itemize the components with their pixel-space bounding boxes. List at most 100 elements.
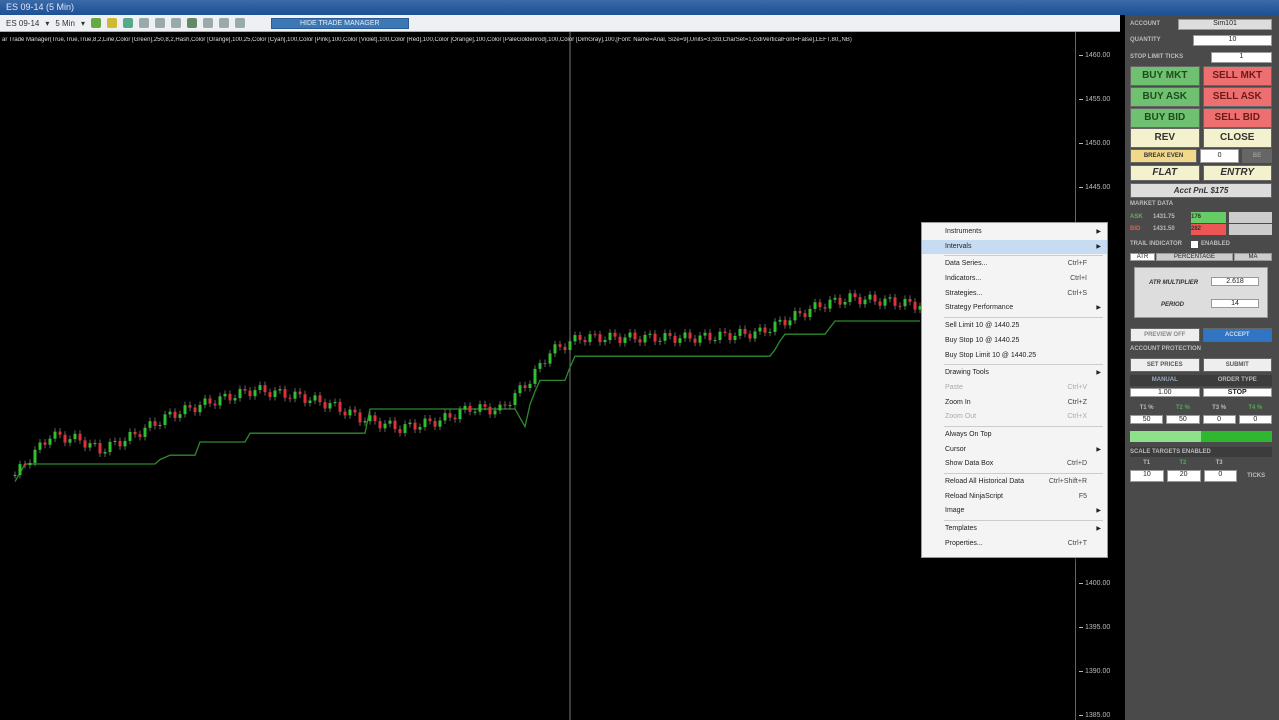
- menu-separator: [944, 364, 1103, 366]
- sell-bid-button[interactable]: SELL BID: [1202, 108, 1272, 128]
- enabled-checkbox[interactable]: [1191, 241, 1198, 248]
- candle-body: [903, 298, 907, 307]
- sell-ask-button[interactable]: SELL ASK: [1202, 87, 1272, 107]
- chevron-down-icon[interactable]: ▾: [81, 19, 85, 28]
- quantity-stepper[interactable]: 10: [1193, 35, 1272, 46]
- set-prices-button[interactable]: SET PRICES: [1130, 358, 1200, 372]
- candle-body: [198, 404, 202, 413]
- s1-ticks-stepper[interactable]: 10: [1130, 470, 1164, 482]
- break-even-button[interactable]: BREAK EVEN: [1130, 149, 1197, 163]
- t3-pct-stepper[interactable]: 0: [1202, 415, 1236, 424]
- interval-selector[interactable]: 5 Min: [55, 19, 75, 28]
- draw-tool-icon[interactable]: [122, 18, 133, 28]
- tab-atr[interactable]: ATR: [1130, 253, 1155, 261]
- close-button[interactable]: CLOSE: [1202, 128, 1272, 148]
- copy-icon[interactable]: [234, 18, 245, 28]
- t4-pct-stepper[interactable]: 0: [1238, 415, 1272, 424]
- menu-item-paste[interactable]: Paste Ctrl+V: [922, 381, 1107, 396]
- sell-market-button[interactable]: SELL MKT: [1202, 66, 1272, 86]
- menu-item-reload-all-historical-data[interactable]: Reload All Historical Data Ctrl+Shift+R: [922, 475, 1107, 490]
- menu-item-show-data-box[interactable]: Show Data Box Ctrl+D: [922, 457, 1107, 472]
- menu-item-image[interactable]: Image ▶: [922, 504, 1107, 519]
- menu-item-label: Paste: [945, 383, 963, 391]
- menu-item-properties[interactable]: Properties... Ctrl+T: [922, 537, 1107, 552]
- menu-item-drawing-tools[interactable]: Drawing Tools ▶: [922, 366, 1107, 381]
- s1-label: T1: [1143, 460, 1151, 466]
- submit-button[interactable]: SUBMIT: [1202, 358, 1272, 372]
- buy-market-button[interactable]: BUY MKT: [1130, 66, 1200, 86]
- pencil-icon[interactable]: [106, 18, 117, 28]
- candle-body: [713, 340, 717, 342]
- break-even-ticks-stepper[interactable]: 0: [1200, 149, 1240, 163]
- indicators-icon[interactable]: [202, 18, 213, 28]
- reverse-button[interactable]: REV: [1130, 128, 1200, 148]
- menu-item-instruments[interactable]: Instruments ▶: [922, 225, 1107, 240]
- s3-ticks-stepper[interactable]: 0: [1203, 470, 1238, 482]
- candle-body: [628, 332, 632, 338]
- menu-item-strategies[interactable]: Strategies... Ctrl+S: [922, 287, 1107, 302]
- menu-item-buy-stop-limit-10-1440-25[interactable]: Buy Stop Limit 10 @ 1440.25: [922, 349, 1107, 364]
- menu-item-data-series[interactable]: Data Series... Ctrl+F: [922, 257, 1107, 272]
- candle-body: [543, 363, 547, 365]
- menu-item-buy-stop-10-1440-25[interactable]: Buy Stop 10 @ 1440.25: [922, 334, 1107, 349]
- menu-item-label: Buy Stop 10 @ 1440.25: [945, 336, 1020, 344]
- s2-ticks-stepper[interactable]: 20: [1166, 470, 1201, 482]
- accept-button[interactable]: ACCEPT: [1202, 328, 1272, 342]
- shortcut-label: F5: [1078, 492, 1087, 500]
- tab-ma[interactable]: MA: [1234, 253, 1272, 261]
- menu-item-sell-limit-10-1440-25[interactable]: Sell Limit 10 @ 1440.25: [922, 319, 1107, 334]
- entry-button[interactable]: ENTRY: [1202, 165, 1272, 181]
- candle-body: [463, 405, 467, 410]
- menu-item-always-on-top[interactable]: Always On Top: [922, 428, 1107, 443]
- account-select[interactable]: Sim101: [1178, 19, 1272, 30]
- candle-body: [658, 340, 662, 342]
- candle-body: [123, 440, 127, 447]
- menu-item-zoom-out[interactable]: Zoom Out Ctrl+X: [922, 410, 1107, 425]
- zoom-icon[interactable]: [154, 18, 165, 28]
- menu-item-label: Zoom Out: [945, 413, 977, 421]
- t2-pct-stepper[interactable]: 50: [1166, 415, 1200, 424]
- candle-body: [218, 396, 222, 406]
- atr-multiplier-stepper[interactable]: 2.618: [1211, 277, 1259, 286]
- chevron-down-icon[interactable]: ▾: [45, 19, 49, 28]
- preview-off-button[interactable]: PREVIEW OFF: [1130, 328, 1200, 342]
- menu-item-label: Reload All Historical Data: [945, 478, 1024, 485]
- hide-trade-manager-button[interactable]: HIDE TRADE MANAGER: [270, 17, 409, 29]
- candle-body: [38, 442, 42, 450]
- properties-icon[interactable]: [170, 18, 181, 28]
- candle-body: [683, 332, 687, 339]
- data-box-icon[interactable]: [186, 18, 197, 28]
- period-stepper[interactable]: 14: [1211, 299, 1259, 308]
- flat-button[interactable]: FLAT: [1130, 165, 1200, 181]
- submenu-arrow-icon: ▶: [1096, 446, 1101, 453]
- menu-item-strategy-performance[interactable]: Strategy Performance ▶: [922, 301, 1107, 316]
- candle-body: [258, 385, 262, 391]
- menu-item-cursor[interactable]: Cursor ▶: [922, 443, 1107, 458]
- candle-body: [753, 331, 757, 339]
- order-type-select[interactable]: STOP: [1202, 388, 1272, 397]
- candle-body: [743, 328, 747, 334]
- stop-limit-ticks-stepper[interactable]: 1: [1211, 52, 1272, 63]
- price-tick-label: 1460.00: [1076, 52, 1110, 59]
- menu-item-reload-ninjascript[interactable]: Reload NinjaScript F5: [922, 490, 1107, 505]
- menu-item-zoom-in[interactable]: Zoom In Ctrl+Z: [922, 396, 1107, 411]
- menu-separator: [944, 473, 1103, 474]
- crosshair-icon[interactable]: [138, 18, 149, 28]
- menu-item-intervals[interactable]: Intervals ▶: [922, 239, 1107, 255]
- buy-bid-button[interactable]: BUY BID: [1130, 108, 1200, 128]
- menu-item-templates[interactable]: Templates ▶: [922, 522, 1107, 537]
- strategies-icon[interactable]: [218, 18, 229, 28]
- menu-item-indicators[interactable]: Indicators... Ctrl+I: [922, 272, 1107, 287]
- be-button[interactable]: BE: [1242, 149, 1272, 163]
- shortcut-label: Ctrl+I: [1070, 275, 1087, 283]
- manual-stepper[interactable]: 1.00: [1130, 388, 1200, 397]
- candle-body: [393, 420, 397, 430]
- instrument-selector[interactable]: ES 09-14: [6, 19, 39, 28]
- buy-ask-button[interactable]: BUY ASK: [1130, 87, 1200, 107]
- candle-body: [33, 449, 37, 463]
- t1-pct-stepper[interactable]: 50: [1130, 415, 1164, 424]
- candle-body: [468, 405, 472, 412]
- candle-body: [343, 411, 347, 416]
- tab-percentage[interactable]: PERCENTAGE: [1156, 253, 1233, 261]
- bar-type-icon[interactable]: [90, 18, 101, 28]
